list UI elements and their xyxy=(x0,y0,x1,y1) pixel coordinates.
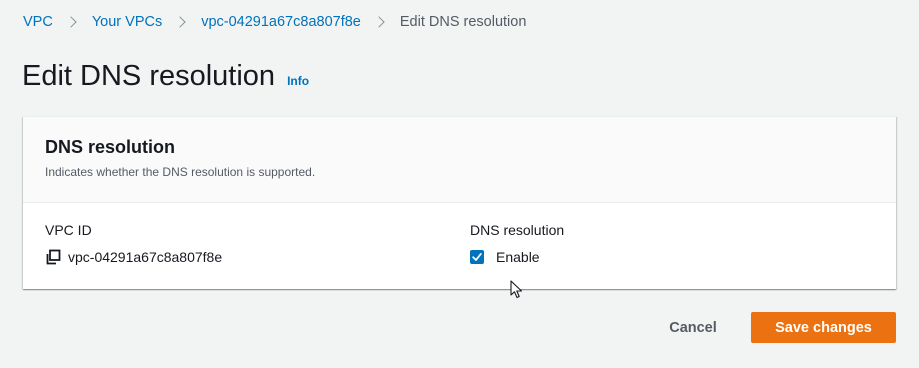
chevron-right-icon xyxy=(373,16,385,28)
breadcrumb-your-vpcs[interactable]: Your VPCs xyxy=(92,14,162,30)
enable-label[interactable]: Enable xyxy=(496,249,540,265)
enable-checkbox[interactable] xyxy=(470,250,484,264)
enable-checkbox-row[interactable]: Enable xyxy=(470,249,540,265)
vpc-id-value-row: vpc-04291a67c8a807f8e xyxy=(45,249,222,265)
dns-resolution-label: DNS resolution xyxy=(470,222,565,238)
vpc-id-value: vpc-04291a67c8a807f8e xyxy=(68,249,223,265)
panel-description: Indicates whether the DNS resolution is … xyxy=(45,165,316,179)
breadcrumb-vpc[interactable]: VPC xyxy=(23,14,53,30)
checkmark-icon xyxy=(472,253,482,261)
breadcrumb-vpc-id[interactable]: vpc-04291a67c8a807f8e xyxy=(201,14,361,30)
copy-icon[interactable] xyxy=(45,249,61,265)
vpc-id-label: VPC ID xyxy=(45,222,92,238)
page-title: Edit DNS resolution xyxy=(22,60,276,92)
panel-header: DNS resolution Indicates whether the DNS… xyxy=(23,117,896,203)
breadcrumb: VPC Your VPCs vpc-04291a67c8a807f8e Edit… xyxy=(23,12,526,32)
info-link[interactable]: Info xyxy=(287,74,309,88)
breadcrumb-current: Edit DNS resolution xyxy=(399,14,527,30)
cancel-button[interactable]: Cancel xyxy=(656,312,730,344)
chevron-right-icon xyxy=(65,16,77,28)
chevron-right-icon xyxy=(174,16,186,28)
panel-title: DNS resolution xyxy=(45,137,176,157)
dns-resolution-panel: DNS resolution Indicates whether the DNS… xyxy=(23,116,896,289)
page-header: Edit DNS resolution Info xyxy=(22,56,309,96)
save-changes-button[interactable]: Save changes xyxy=(751,312,896,343)
